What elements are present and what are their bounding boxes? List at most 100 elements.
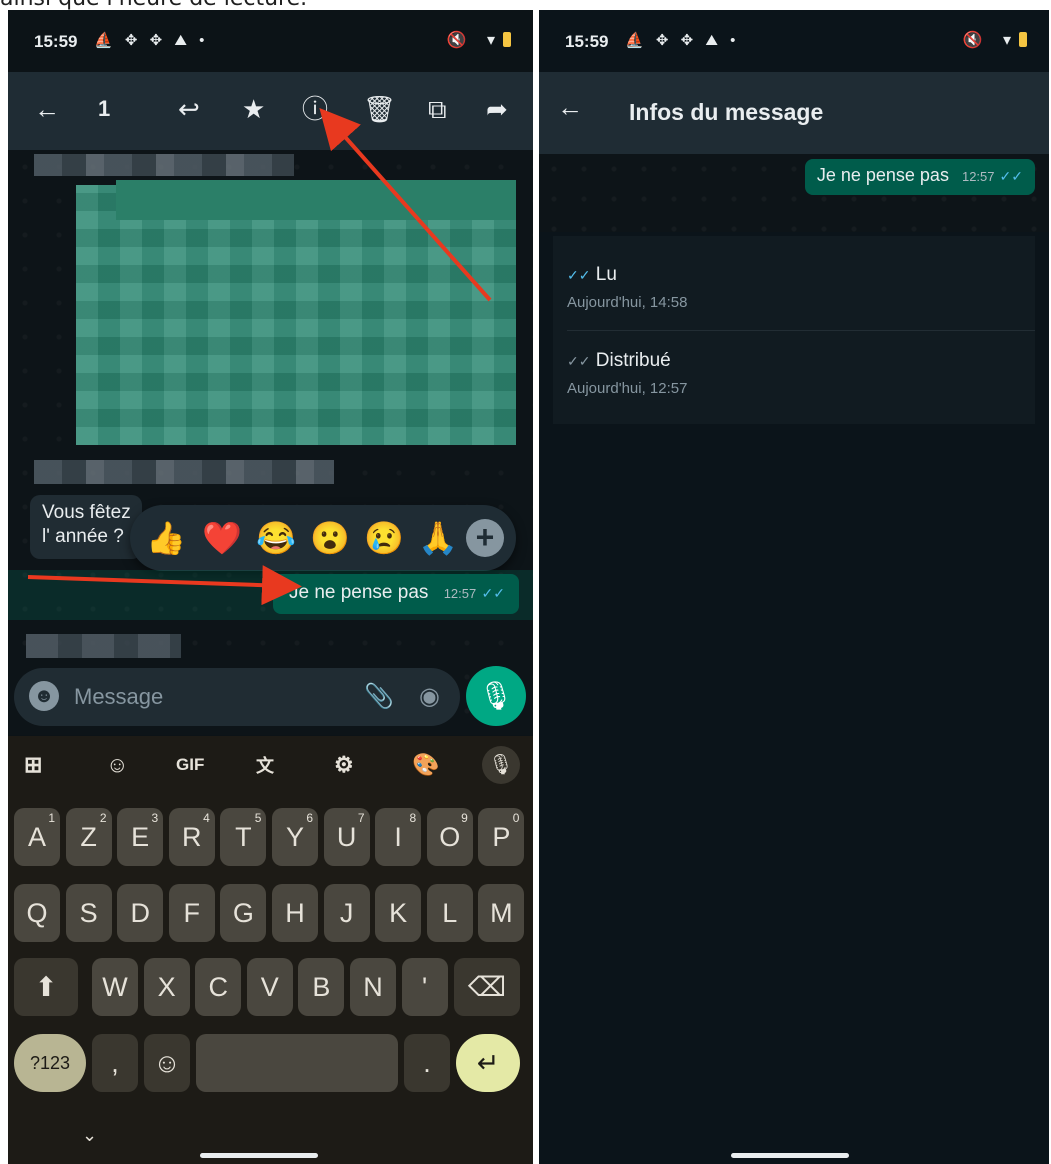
key-hint-p: 0 xyxy=(512,811,520,825)
emoji-key[interactable]: ☺ xyxy=(144,1034,190,1092)
star-icon[interactable]: ★ xyxy=(242,94,265,124)
back-arrow-icon[interactable]: ← xyxy=(34,94,60,124)
outgoing-message[interactable]: Je ne pense pas 12:57 ✓✓ xyxy=(272,574,519,614)
key-p[interactable]: P0 xyxy=(478,808,525,866)
message-input-bar[interactable]: ☻ Message 📎 ◉ xyxy=(14,668,460,726)
read-label: Lu xyxy=(595,264,617,285)
gif-button[interactable]: GIF xyxy=(176,755,204,775)
message-time: 12:57 xyxy=(443,586,477,601)
translate-icon[interactable]: 文 xyxy=(256,752,274,778)
key-f[interactable]: F xyxy=(168,884,215,942)
pray-reaction[interactable]: 🙏 xyxy=(418,521,458,555)
notification-icons: ⛵ ✥ ✥ ⛰ • xyxy=(625,32,740,49)
message-preview-area: Je ne pense pas 12:57 ✓✓ xyxy=(539,154,1049,232)
read-ticks-icon: ✓✓ xyxy=(999,168,1023,184)
chat-area: Vous fêtez l' année ? 👍 ❤️ 😂 😮 😢 🙏 + Je … xyxy=(8,150,533,735)
comma-key[interactable]: , xyxy=(92,1034,138,1092)
status-time: 15:59 xyxy=(565,32,609,51)
backspace-key[interactable]: ⌫ xyxy=(454,958,520,1016)
key-hint-z: 2 xyxy=(99,811,107,825)
surprised-reaction[interactable]: 😮 xyxy=(310,521,350,555)
key-h[interactable]: H xyxy=(272,884,318,942)
info-icon[interactable]: ⓘ xyxy=(302,94,328,124)
key-y[interactable]: Y6 xyxy=(272,808,318,866)
key-n[interactable]: N xyxy=(350,958,396,1016)
key-w[interactable]: W xyxy=(92,958,138,1016)
key-apostrophe[interactable]: ' xyxy=(401,958,448,1016)
voice-record-button[interactable]: 🎙 xyxy=(466,666,526,726)
period-key[interactable]: . xyxy=(404,1034,450,1092)
battery-icon xyxy=(1019,32,1027,47)
collapse-keyboard-icon[interactable]: ⌄ xyxy=(82,1125,97,1146)
key-hint-r: 4 xyxy=(203,811,210,825)
camera-icon[interactable]: ◉ xyxy=(419,682,440,711)
laugh-reaction[interactable]: 😂 xyxy=(256,521,296,555)
key-q[interactable]: Q xyxy=(14,884,60,942)
enter-key[interactable]: ↵ xyxy=(456,1034,520,1092)
key-b[interactable]: B xyxy=(298,958,345,1016)
space-key[interactable] xyxy=(196,1034,398,1092)
key-l[interactable]: L xyxy=(426,884,473,942)
key-z[interactable]: Z2 xyxy=(65,808,112,866)
more-reactions-button[interactable]: + xyxy=(466,519,504,557)
sad-reaction[interactable]: 😢 xyxy=(364,521,404,555)
system-icons: 🔇 ▾ xyxy=(447,30,511,50)
key-g[interactable]: G xyxy=(220,884,267,942)
incoming-message[interactable]: Vous fêtez l' année ? xyxy=(30,495,142,559)
key-v[interactable]: V xyxy=(246,958,293,1016)
reaction-picker: 👍 ❤️ 😂 😮 😢 🙏 + xyxy=(130,505,516,571)
key-m[interactable]: M xyxy=(478,884,525,942)
key-t[interactable]: T5 xyxy=(220,808,267,866)
palette-icon[interactable]: 🎨 xyxy=(412,752,439,778)
delivered-ticks-icon: ✓✓ xyxy=(567,353,591,369)
key-a[interactable]: A1 xyxy=(14,808,60,866)
apps-grid-icon[interactable]: ⊞ xyxy=(24,752,42,778)
system-icons: 🔇 ▾ xyxy=(963,30,1027,50)
message-info-header: ← Infos du message xyxy=(539,72,1049,154)
key-x[interactable]: X xyxy=(143,958,190,1016)
shift-key[interactable]: ⬆ xyxy=(14,958,78,1016)
read-ticks-icon: ✓✓ xyxy=(481,585,505,601)
right-phone-screen: 15:59 ⛵ ✥ ✥ ⛰ • 🔇 ▾ ← Infos du message J… xyxy=(539,10,1049,1164)
key-s[interactable]: S xyxy=(65,884,112,942)
key-i[interactable]: I8 xyxy=(375,808,422,866)
page-title: Infos du message xyxy=(629,99,824,125)
key-e[interactable]: E3 xyxy=(117,808,164,866)
key-j[interactable]: J xyxy=(323,884,370,942)
sticker-icon[interactable]: ☺ xyxy=(106,752,128,778)
key-u[interactable]: U7 xyxy=(323,808,370,866)
settings-gear-icon[interactable]: ⚙ xyxy=(334,752,354,778)
reply-icon[interactable]: ↩ xyxy=(178,94,200,124)
key-hint-a: 1 xyxy=(48,811,55,825)
key-c[interactable]: C xyxy=(195,958,242,1016)
blurred-message xyxy=(76,180,516,445)
status-time: 15:59 xyxy=(34,32,78,51)
status-bar: 15:59 ⛵ ✥ ✥ ⛰ • 🔇 ▾ xyxy=(539,10,1049,72)
blurred-text xyxy=(34,154,294,176)
read-date: Aujourd'hui, 14:58 xyxy=(567,294,688,311)
key-hint-i: 8 xyxy=(409,811,417,825)
delete-icon[interactable]: 🗑 xyxy=(363,94,396,124)
key-hint-u: 7 xyxy=(357,811,365,825)
gesture-nav-handle[interactable] xyxy=(731,1153,849,1158)
status-bar: 15:59 ⛵ ✥ ✥ ⛰ • 🔇 ▾ xyxy=(8,10,533,72)
key-r[interactable]: R4 xyxy=(168,808,215,866)
back-arrow-icon[interactable]: ← xyxy=(557,92,583,123)
attach-icon[interactable]: 📎 xyxy=(364,682,394,711)
heart-reaction[interactable]: ❤️ xyxy=(202,521,242,555)
emoji-icon[interactable]: ☻ xyxy=(29,681,59,711)
receipt-card: ✓✓ Lu Aujourd'hui, 14:58 ✓✓ Distribué Au… xyxy=(553,236,1035,424)
thumbs-up-reaction[interactable]: 👍 xyxy=(146,521,186,555)
key-hint-o: 9 xyxy=(461,811,468,825)
key-k[interactable]: K xyxy=(375,884,422,942)
gesture-nav-handle[interactable] xyxy=(200,1153,318,1158)
key-d[interactable]: D xyxy=(117,884,164,942)
caption-text: ainsi que l'heure de lecture. xyxy=(0,0,1051,10)
symbols-key[interactable]: ?123 xyxy=(14,1034,86,1092)
copy-icon[interactable]: ⧉ xyxy=(428,94,447,124)
forward-icon[interactable]: ➦ xyxy=(486,94,508,124)
message-text: Je ne pense pas xyxy=(288,582,429,603)
keyboard-mic-icon[interactable]: 🎙 xyxy=(482,746,520,784)
message-input[interactable]: Message xyxy=(74,684,163,710)
key-o[interactable]: O9 xyxy=(426,808,473,866)
